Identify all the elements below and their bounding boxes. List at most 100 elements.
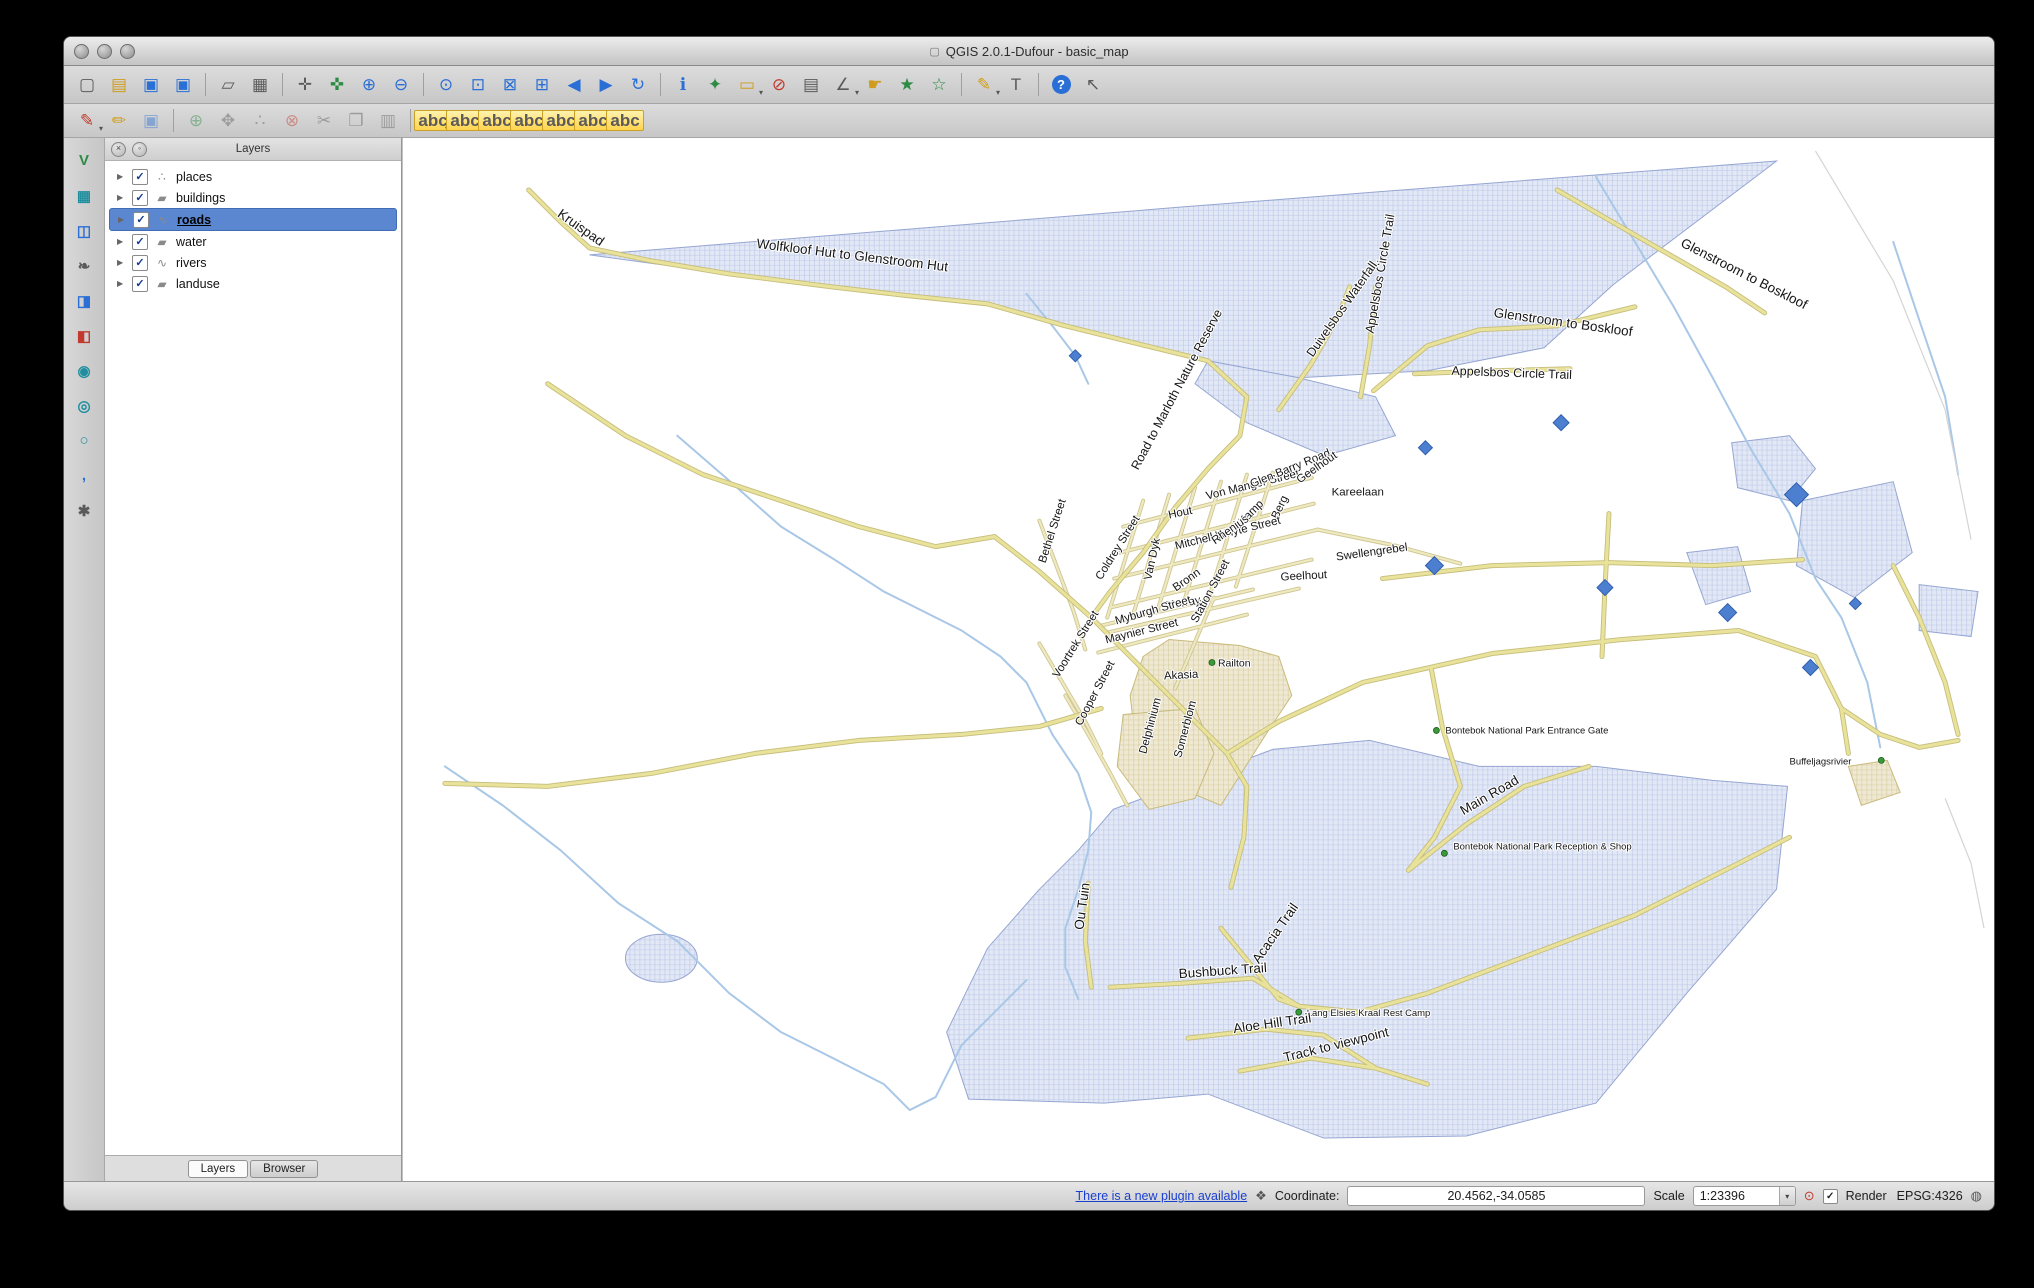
zoom-next-button[interactable]: ▶ [591, 71, 621, 98]
tree-expand-icon[interactable]: ▶ [117, 172, 126, 181]
add-wcs-layer-button[interactable]: ◎ [70, 393, 98, 418]
title-bar[interactable]: ▢ QGIS 2.0.1-Dufour - basic_map [64, 37, 1994, 66]
tree-expand-icon[interactable]: ▶ [117, 258, 126, 267]
pan-to-selection-button[interactable]: ✜ [322, 71, 352, 98]
pan-icon: ✛ [298, 76, 312, 93]
tab-browser[interactable]: Browser [250, 1160, 318, 1178]
deselect-features-button[interactable]: ⊘ [764, 71, 794, 98]
select-features-button[interactable]: ▭ [732, 71, 762, 98]
add-spatialite-layer-button[interactable]: ❧ [70, 253, 98, 278]
layer-name: landuse [176, 277, 220, 291]
save-as-button[interactable]: ▣ [168, 71, 198, 98]
add-wfs-layer-button[interactable]: ○ [70, 428, 98, 453]
toolbar-separator [423, 73, 424, 96]
move-feature-button[interactable]: ✥ [213, 107, 243, 134]
plugin-available-link[interactable]: There is a new plugin available [1076, 1189, 1248, 1203]
tree-expand-icon[interactable]: ▶ [117, 237, 126, 246]
svg-text:Buffeljagsrivier: Buffeljagsrivier [1790, 756, 1852, 767]
paste-features-button[interactable]: ▥ [373, 107, 403, 134]
add-wms-layer-button[interactable]: ◉ [70, 358, 98, 383]
layer-checkbox[interactable]: ✓ [132, 276, 148, 292]
layer-checkbox[interactable]: ✓ [132, 255, 148, 271]
layer-checkbox[interactable]: ✓ [132, 169, 148, 185]
zoom-full-button[interactable]: ⊡ [463, 71, 493, 98]
layer-checkbox[interactable]: ✓ [132, 190, 148, 206]
new-bookmark-button[interactable]: ★ [892, 71, 922, 98]
close-window-button[interactable] [74, 44, 89, 59]
new-print-composer-button[interactable]: ▱ [213, 71, 243, 98]
pan-map-button[interactable]: ✛ [290, 71, 320, 98]
zoom-last-button[interactable]: ◀ [559, 71, 589, 98]
tree-expand-icon[interactable]: ▶ [117, 279, 126, 288]
add-mssql-layer-button[interactable]: ◨ [70, 288, 98, 313]
new-bookmark-icon: ★ [899, 76, 914, 93]
labeling-options-button[interactable]: abc [418, 107, 448, 134]
run-feature-action-button[interactable]: ✦ [700, 71, 730, 98]
delete-selected-button[interactable]: ⊗ [277, 107, 307, 134]
save-icon: ▣ [143, 76, 159, 93]
composer-manager-button[interactable]: ▦ [245, 71, 275, 98]
layer-row-rivers[interactable]: ▶✓∿rivers [109, 252, 397, 273]
label-diagram-button[interactable]: abc [610, 107, 640, 134]
coordinate-input[interactable]: 20.4562,-34.0585 [1347, 1186, 1645, 1206]
crs-status-icon[interactable]: ◍ [1971, 1188, 1982, 1204]
main-content: V▦◫❧◨◧◉◎○,✱ × ◦ Layers ▶✓∴places▶✓▰build… [64, 138, 1994, 1181]
cut-features-button[interactable]: ✂ [309, 107, 339, 134]
layer-row-roads[interactable]: ▶✓∿roads [109, 208, 397, 231]
zoom-out-button[interactable]: ⊖ [386, 71, 416, 98]
toggle-editing-button[interactable]: ✏ [104, 107, 134, 134]
add-vector-layer-button[interactable]: V [70, 148, 98, 173]
copy-features-button[interactable]: ❐ [341, 107, 371, 134]
layer-row-landuse[interactable]: ▶✓▰landuse [109, 273, 397, 294]
render-checkbox[interactable]: ✓ [1823, 1189, 1838, 1204]
measure-button[interactable]: ∠ [828, 71, 858, 98]
identify-features-button[interactable]: ℹ [668, 71, 698, 98]
map-tips-button[interactable]: ☛ [860, 71, 890, 98]
layer-row-buildings[interactable]: ▶✓▰buildings [109, 187, 397, 208]
save-button[interactable]: ▣ [136, 71, 166, 98]
tree-expand-icon[interactable]: ▶ [117, 193, 126, 202]
label-move-button[interactable]: abc [514, 107, 544, 134]
map-refresh-button[interactable]: ↻ [623, 71, 653, 98]
save-layer-edits-button[interactable]: ▣ [136, 107, 166, 134]
node-tool-button[interactable]: ∴ [245, 107, 275, 134]
panel-float-icon[interactable]: ◦ [132, 142, 147, 157]
open-attribute-table-button[interactable]: ▤ [796, 71, 826, 98]
zoom-native-button[interactable]: ⊙ [431, 71, 461, 98]
plugin-icon[interactable]: ❖ [1255, 1188, 1267, 1204]
tab-layers[interactable]: Layers [188, 1160, 249, 1178]
layer-row-places[interactable]: ▶✓∴places [109, 166, 397, 187]
new-shapefile-layer-button[interactable]: ✱ [70, 498, 98, 523]
label-pin-unpin-button[interactable]: abc [450, 107, 480, 134]
zoom-to-selection-button[interactable]: ⊠ [495, 71, 525, 98]
file-new-button[interactable]: ▢ [72, 71, 102, 98]
current-edits-button[interactable]: ✎ [72, 107, 102, 134]
minimize-window-button[interactable] [97, 44, 112, 59]
label-rotate-button[interactable]: abc [546, 107, 576, 134]
tree-expand-icon[interactable]: ▶ [118, 215, 127, 224]
text-annotation-button[interactable]: T [1001, 71, 1031, 98]
annotation-button[interactable]: ✎ [969, 71, 999, 98]
add-delimited-text-layer-button[interactable]: , [70, 463, 98, 488]
add-postgis-layer-button[interactable]: ◫ [70, 218, 98, 243]
layer-checkbox[interactable]: ✓ [132, 234, 148, 250]
zoom-window-button[interactable] [120, 44, 135, 59]
add-feature-button[interactable]: ⊕ [181, 107, 211, 134]
scale-combo[interactable]: 1:23396 ▾ [1693, 1186, 1796, 1206]
map-canvas[interactable]: KruispadWolfkloof Hut to Glenstroom HutG… [403, 138, 1994, 1181]
label-properties-button[interactable]: abc [578, 107, 608, 134]
add-oracle-layer-button[interactable]: ◧ [70, 323, 98, 348]
zoom-to-layer-button[interactable]: ⊞ [527, 71, 557, 98]
layer-row-water[interactable]: ▶✓▰water [109, 231, 397, 252]
whats-this-button[interactable]: ↖ [1078, 71, 1108, 98]
show-bookmarks-button[interactable]: ☆ [924, 71, 954, 98]
panel-close-icon[interactable]: × [111, 142, 126, 157]
magnifier-lock-icon[interactable]: ⊙ [1804, 1188, 1815, 1204]
add-raster-layer-button[interactable]: ▦ [70, 183, 98, 208]
label-show-hide-button[interactable]: abc [482, 107, 512, 134]
folder-open-button[interactable]: ▤ [104, 71, 134, 98]
scale-dropdown-icon[interactable]: ▾ [1779, 1187, 1795, 1205]
help-button[interactable]: ? [1046, 71, 1076, 98]
layer-checkbox[interactable]: ✓ [133, 212, 149, 228]
zoom-in-button[interactable]: ⊕ [354, 71, 384, 98]
